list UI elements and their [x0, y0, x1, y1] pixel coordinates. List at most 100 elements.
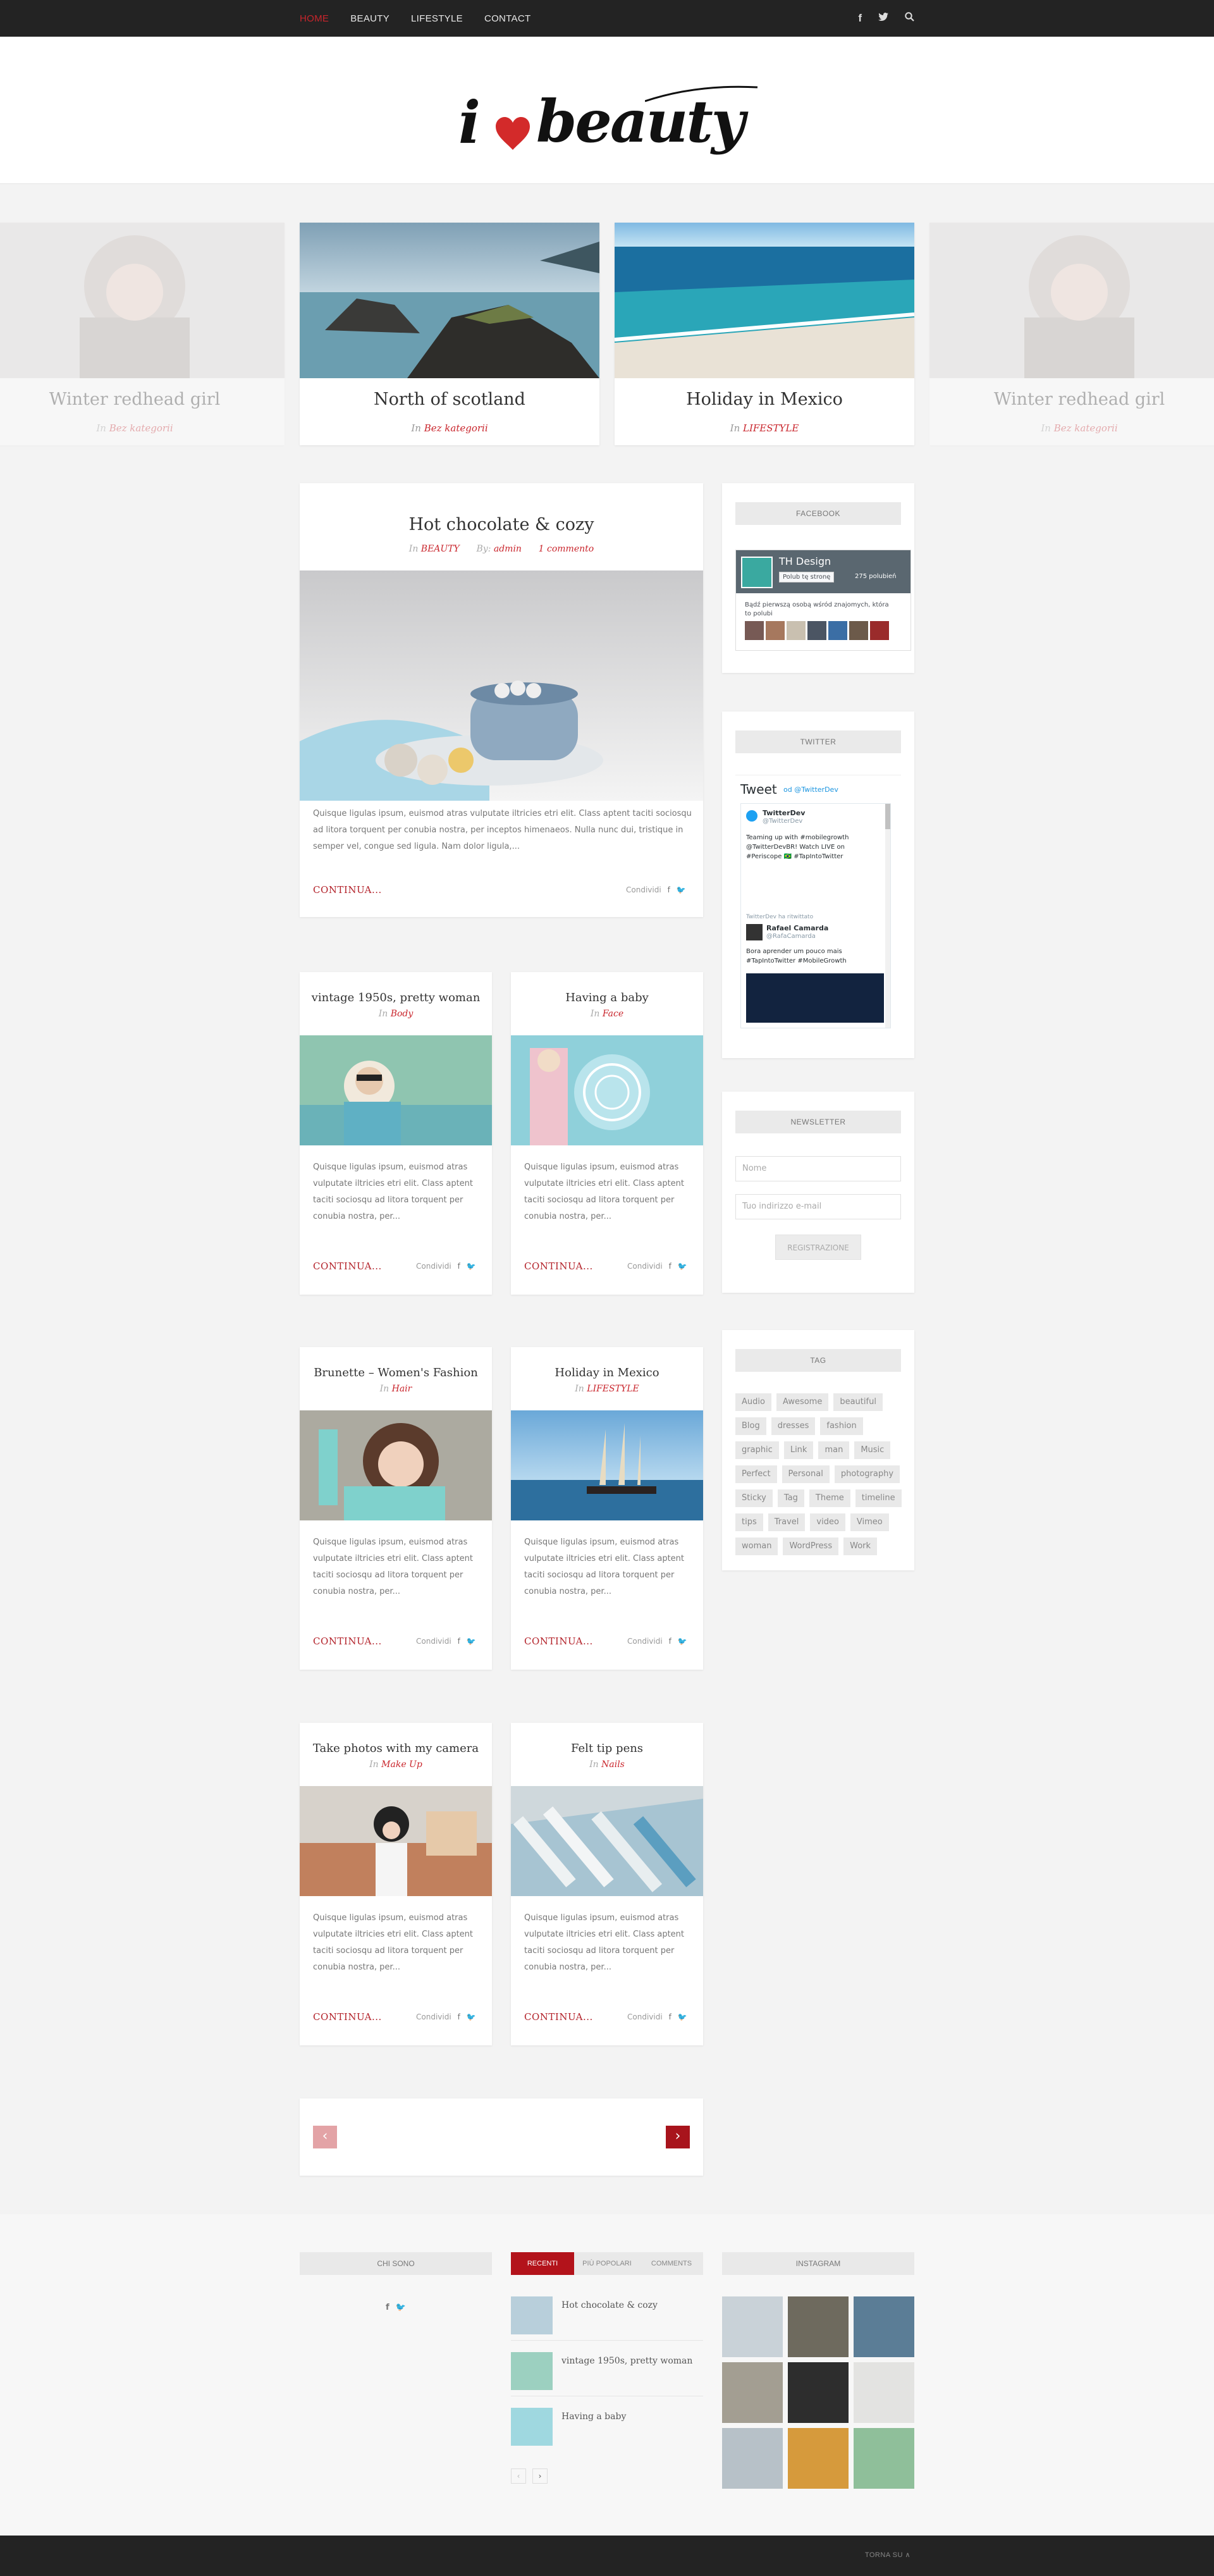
recent-post-title[interactable]: Having a baby: [561, 2412, 626, 2422]
tag-item[interactable]: Travel: [768, 1513, 806, 1531]
tag-item[interactable]: Link: [783, 1441, 814, 1459]
read-more-link[interactable]: CONTINUA...: [313, 884, 382, 896]
facebook-icon[interactable]: f: [669, 2012, 671, 2021]
post-image[interactable]: [300, 1410, 492, 1520]
recent-post-title[interactable]: Hot chocolate & cozy: [561, 2300, 658, 2310]
post-title[interactable]: Having a baby: [511, 991, 703, 1004]
post-title[interactable]: Hot chocolate & cozy: [300, 515, 703, 534]
search-icon[interactable]: [905, 12, 914, 25]
post-category[interactable]: BEAUTY: [421, 544, 460, 554]
post-image[interactable]: [300, 1035, 492, 1145]
instagram-photo[interactable]: [854, 2296, 914, 2357]
twitter-icon[interactable]: 🐦: [678, 1262, 687, 1271]
instagram-photo[interactable]: [722, 2362, 783, 2423]
post-image[interactable]: [511, 1786, 703, 1896]
post-category[interactable]: Nails: [601, 1759, 625, 1770]
tag-item[interactable]: Music: [854, 1441, 891, 1459]
footer-next-button[interactable]: ›: [532, 2468, 548, 2484]
tag-item[interactable]: video: [810, 1513, 845, 1531]
facebook-icon[interactable]: f: [669, 1262, 671, 1271]
facebook-icon[interactable]: f: [668, 885, 670, 894]
twitter-by[interactable]: od @TwitterDev: [783, 786, 838, 794]
tag-item[interactable]: Perfect: [735, 1465, 777, 1483]
tweet-author[interactable]: Rafael Camarda: [766, 924, 828, 932]
slide-title[interactable]: North of scotland: [300, 390, 599, 409]
instagram-photo[interactable]: [788, 2362, 849, 2423]
slide-title[interactable]: Holiday in Mexico: [615, 390, 914, 409]
tab-popular[interactable]: PIÙ POPOLARI: [574, 2252, 640, 2275]
facebook-like-button[interactable]: Polub tę stronę: [779, 572, 835, 582]
tag-item[interactable]: Audio: [735, 1393, 771, 1411]
scrollbar[interactable]: [885, 804, 890, 1028]
site-logo[interactable]: i beauty: [455, 82, 759, 171]
facebook-icon[interactable]: f: [458, 1637, 460, 1646]
instagram-photo[interactable]: [854, 2362, 914, 2423]
twitter-icon[interactable]: 🐦: [678, 2012, 687, 2021]
nav-beauty[interactable]: BEAUTY: [350, 13, 389, 24]
tag-item[interactable]: tips: [735, 1513, 763, 1531]
post-title[interactable]: vintage 1950s, pretty woman: [300, 991, 492, 1004]
facebook-icon[interactable]: f: [458, 1262, 460, 1271]
nav-contact[interactable]: CONTACT: [484, 13, 530, 24]
slide-card[interactable]: Winter redhead girl In Bez kategorii: [0, 223, 285, 445]
twitter-icon[interactable]: [878, 12, 888, 25]
twitter-icon[interactable]: 🐦: [396, 2303, 406, 2312]
tab-recent[interactable]: RECENTI: [511, 2252, 574, 2275]
tag-item[interactable]: photography: [834, 1465, 900, 1483]
tag-item[interactable]: beautiful: [833, 1393, 883, 1411]
post-image[interactable]: [300, 570, 703, 801]
footer-prev-button[interactable]: ‹: [511, 2468, 526, 2484]
tag-item[interactable]: Blog: [735, 1417, 766, 1435]
read-more-link[interactable]: CONTINUA...: [313, 2011, 382, 2023]
read-more-link[interactable]: CONTINUA...: [313, 1260, 382, 1272]
read-more-link[interactable]: CONTINUA...: [524, 1260, 593, 1272]
instagram-photo[interactable]: [722, 2296, 783, 2357]
slide-card[interactable]: North of scotland In Bez kategorii: [300, 223, 599, 445]
post-category[interactable]: LIFESTYLE: [587, 1384, 639, 1394]
post-image[interactable]: [300, 1786, 492, 1896]
recent-post-item[interactable]: vintage 1950s, pretty woman: [511, 2352, 703, 2396]
post-title[interactable]: Felt tip pens: [511, 1742, 703, 1755]
post-title[interactable]: Holiday in Mexico: [511, 1366, 703, 1379]
post-image[interactable]: [511, 1035, 703, 1145]
recent-post-item[interactable]: Hot chocolate & cozy: [511, 2296, 703, 2341]
post-category[interactable]: Body: [391, 1009, 414, 1019]
name-field[interactable]: Nome: [735, 1156, 901, 1181]
post-category[interactable]: Face: [603, 1009, 623, 1019]
tag-item[interactable]: Tag: [777, 1489, 804, 1507]
facebook-icon[interactable]: f: [458, 2012, 460, 2021]
read-more-link[interactable]: CONTINUA...: [524, 1636, 593, 1647]
tab-comments[interactable]: COMMENTS: [640, 2252, 703, 2275]
instagram-photo[interactable]: [854, 2428, 914, 2489]
slide-card[interactable]: Holiday in Mexico In LIFESTYLE: [615, 223, 914, 445]
twitter-timeline[interactable]: Tweet od @TwitterDev TwitterDev @Twitter…: [735, 775, 901, 1034]
twitter-icon[interactable]: 🐦: [467, 1637, 476, 1646]
tweet-handle[interactable]: @TwitterDev: [763, 818, 802, 825]
tag-item[interactable]: dresses: [771, 1417, 816, 1435]
instagram-photo[interactable]: [788, 2296, 849, 2357]
twitter-icon[interactable]: 🐦: [678, 1637, 687, 1646]
facebook-page-box[interactable]: TH Design Polub tę stronę 275 polubień B…: [735, 550, 911, 651]
tweet-handle[interactable]: @RafaCamarda: [766, 933, 816, 940]
recent-post-item[interactable]: Having a baby: [511, 2408, 703, 2452]
tag-item[interactable]: fashion: [820, 1417, 863, 1435]
back-to-top-link[interactable]: TORNA SU ∧: [865, 2551, 910, 2559]
post-category[interactable]: Hair: [392, 1384, 412, 1394]
post-category[interactable]: Make Up: [381, 1759, 422, 1770]
slide-title[interactable]: Winter redhead girl: [0, 390, 285, 409]
post-image[interactable]: [511, 1410, 703, 1520]
slide-title[interactable]: Winter redhead girl: [929, 390, 1214, 409]
facebook-page-name[interactable]: TH Design: [779, 555, 831, 567]
tag-item[interactable]: Theme: [809, 1489, 850, 1507]
instagram-photo[interactable]: [788, 2428, 849, 2489]
tag-item[interactable]: WordPress: [783, 1538, 839, 1555]
instagram-photo[interactable]: [722, 2428, 783, 2489]
post-comments[interactable]: 1 commento: [539, 544, 594, 554]
twitter-icon[interactable]: 🐦: [677, 885, 686, 894]
twitter-icon[interactable]: 🐦: [467, 1262, 476, 1271]
subscribe-button[interactable]: REGISTRAZIONE: [775, 1235, 861, 1260]
read-more-link[interactable]: CONTINUA...: [313, 1636, 382, 1647]
email-field[interactable]: Tuo indirizzo e-mail: [735, 1194, 901, 1219]
tag-item[interactable]: Work: [843, 1538, 878, 1555]
tag-item[interactable]: Personal: [782, 1465, 830, 1483]
